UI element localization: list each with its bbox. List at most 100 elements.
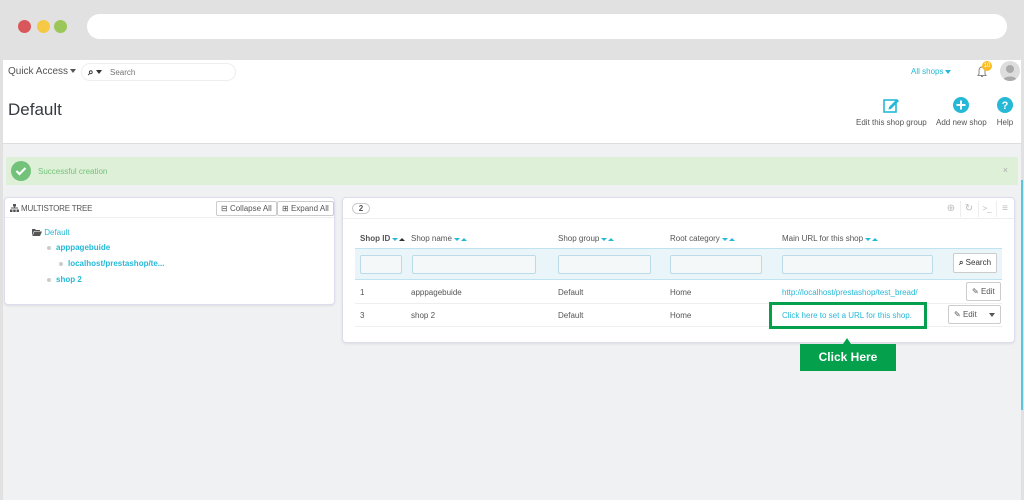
help-label: Help	[996, 118, 1014, 127]
help-button[interactable]: ? Help	[996, 96, 1014, 127]
tree-panel-title: MULTISTORE TREE	[10, 204, 92, 213]
cell-shop-group: Default	[558, 288, 584, 297]
collapse-all-label: Collapse All	[229, 204, 272, 213]
plus-square-icon: ⊞	[282, 204, 289, 213]
sort-arrows-icon[interactable]	[721, 234, 735, 243]
sort-arrows-icon[interactable]	[453, 234, 467, 243]
column-header-shop-name[interactable]: Shop name	[411, 234, 467, 243]
window-minimize-button[interactable]	[37, 20, 50, 33]
cell-shop-name: apppagebuide	[411, 288, 462, 297]
edit-button[interactable]: ✎ Edit	[948, 305, 1001, 324]
shop-selector-label: All shops	[911, 67, 944, 76]
bullet-icon	[47, 277, 51, 282]
sort-arrows-icon[interactable]	[865, 234, 879, 243]
plus-circle-icon	[953, 97, 970, 113]
tree-node-label: apppagebuide	[56, 243, 111, 252]
cell-root-category: Home	[670, 288, 692, 297]
multistore-tree-panel: MULTISTORE TREE ⊟ Collapse All ⊞ Expand …	[4, 197, 335, 305]
column-header-shop-group[interactable]: Shop group	[558, 234, 615, 243]
sort-arrows-icon[interactable]	[601, 234, 615, 243]
add-new-shop-label: Add new shop	[936, 118, 987, 127]
column-header-main-url[interactable]: Main URL for this shop	[782, 234, 879, 243]
window-maximize-button[interactable]	[54, 20, 67, 33]
filter-shop-id-input[interactable]	[360, 255, 402, 274]
page-header: Default Edit this shop group Add new sho…	[3, 84, 1021, 144]
search-input[interactable]	[110, 66, 230, 79]
edit-button[interactable]: ✎ Edit	[966, 282, 1001, 301]
window-close-button[interactable]	[18, 20, 31, 33]
filter-shop-name-input[interactable]	[412, 255, 536, 274]
admin-page: Quick Access ⌕ All shops 10 Default	[3, 60, 1023, 500]
cell-shop-name: shop 2	[411, 311, 436, 320]
tree-node-label: Default	[44, 228, 70, 237]
success-alert: Successful creation ×	[6, 157, 1018, 185]
tree-node-shop[interactable]: shop 2	[47, 275, 82, 284]
cell-shop-id: 1	[360, 288, 365, 297]
quick-access-menu[interactable]: Quick Access	[8, 66, 77, 77]
shop-count-badge: 2	[352, 203, 370, 214]
avatar[interactable]	[1000, 61, 1020, 81]
sitemap-icon	[10, 204, 19, 212]
address-bar[interactable]	[87, 14, 1007, 39]
tree-node-shop[interactable]: apppagebuide	[47, 243, 110, 252]
collapse-all-button[interactable]: ⊟ Collapse All	[216, 201, 277, 216]
search-icon[interactable]: ⌕	[88, 67, 102, 78]
shop-selector[interactable]: All shops	[911, 67, 952, 76]
cell-shop-group: Default	[558, 311, 584, 320]
toolbar-divider	[978, 201, 979, 217]
tree-panel-header: MULTISTORE TREE ⊟ Collapse All ⊞ Expand …	[5, 198, 334, 218]
top-bar: Quick Access ⌕ All shops 10	[3, 60, 1021, 84]
add-new-shop-button[interactable]: Add new shop	[936, 96, 987, 127]
cell-root-category: Home	[670, 311, 692, 320]
tree-node-label: localhost/prestashop/te...	[68, 259, 165, 268]
close-icon[interactable]: ×	[1003, 165, 1008, 175]
chevron-down-icon[interactable]	[988, 312, 995, 317]
chevron-down-icon	[945, 69, 952, 74]
toolbar-divider	[960, 201, 961, 217]
edit-button-label: Edit	[980, 287, 995, 296]
expand-all-button[interactable]: ⊞ Expand All	[277, 201, 334, 216]
column-header-shop-id[interactable]: Shop ID	[360, 234, 406, 243]
sort-arrows-icon[interactable]	[392, 234, 406, 243]
cell-main-url-link[interactable]: http://localhost/prestashop/test_bread/	[782, 288, 918, 297]
user-silhouette-icon	[1003, 65, 1017, 81]
tree-node-url[interactable]: localhost/prestashop/te...	[59, 259, 164, 268]
expand-all-label: Expand All	[290, 204, 329, 213]
bullet-icon	[59, 261, 63, 266]
table-row[interactable]: 1 apppagebuide Default Home http://local…	[355, 281, 1002, 304]
column-header-root-category[interactable]: Root category	[670, 234, 735, 243]
pencil-icon: ✎	[954, 310, 961, 319]
terminal-icon[interactable]: >_	[981, 203, 993, 215]
filter-root-category-input[interactable]	[670, 255, 762, 274]
cell-shop-id: 3	[360, 311, 365, 320]
alert-message: Successful creation	[38, 167, 108, 176]
refresh-icon[interactable]: ↻	[963, 203, 975, 215]
edit-icon	[883, 99, 900, 113]
database-icon[interactable]: ≡	[999, 203, 1011, 215]
edit-button-label: Edit	[962, 310, 977, 319]
help-icon: ?	[997, 97, 1013, 113]
annotation-highlight-box	[769, 302, 927, 329]
search-button[interactable]: ⌕ Search	[953, 253, 997, 273]
bullet-icon	[47, 245, 51, 250]
svg-text:?: ?	[1002, 100, 1009, 112]
tree-node-group[interactable]: Default	[32, 228, 70, 237]
filter-row: ⌕ Search	[355, 248, 1002, 280]
filter-main-url-input[interactable]	[782, 255, 933, 274]
quick-access-label: Quick Access	[8, 66, 69, 77]
page-title: Default	[8, 100, 62, 119]
notification-count-badge: 10	[982, 61, 992, 71]
click-here-annotation: Click Here	[800, 344, 896, 371]
folder-open-icon	[32, 229, 42, 236]
check-circle-icon	[11, 161, 31, 181]
divider	[343, 218, 1014, 219]
edit-shop-group-button[interactable]: Edit this shop group	[856, 96, 927, 127]
add-icon[interactable]: ⊕	[945, 203, 957, 215]
chevron-down-icon	[70, 69, 77, 74]
tree-node-label: shop 2	[56, 275, 82, 284]
search-icon: ⌕	[958, 258, 964, 267]
search-box: ⌕	[81, 63, 236, 81]
filter-shop-group-input[interactable]	[558, 255, 651, 274]
toolbar-divider	[996, 201, 997, 217]
tree-title-text: MULTISTORE TREE	[21, 204, 93, 213]
